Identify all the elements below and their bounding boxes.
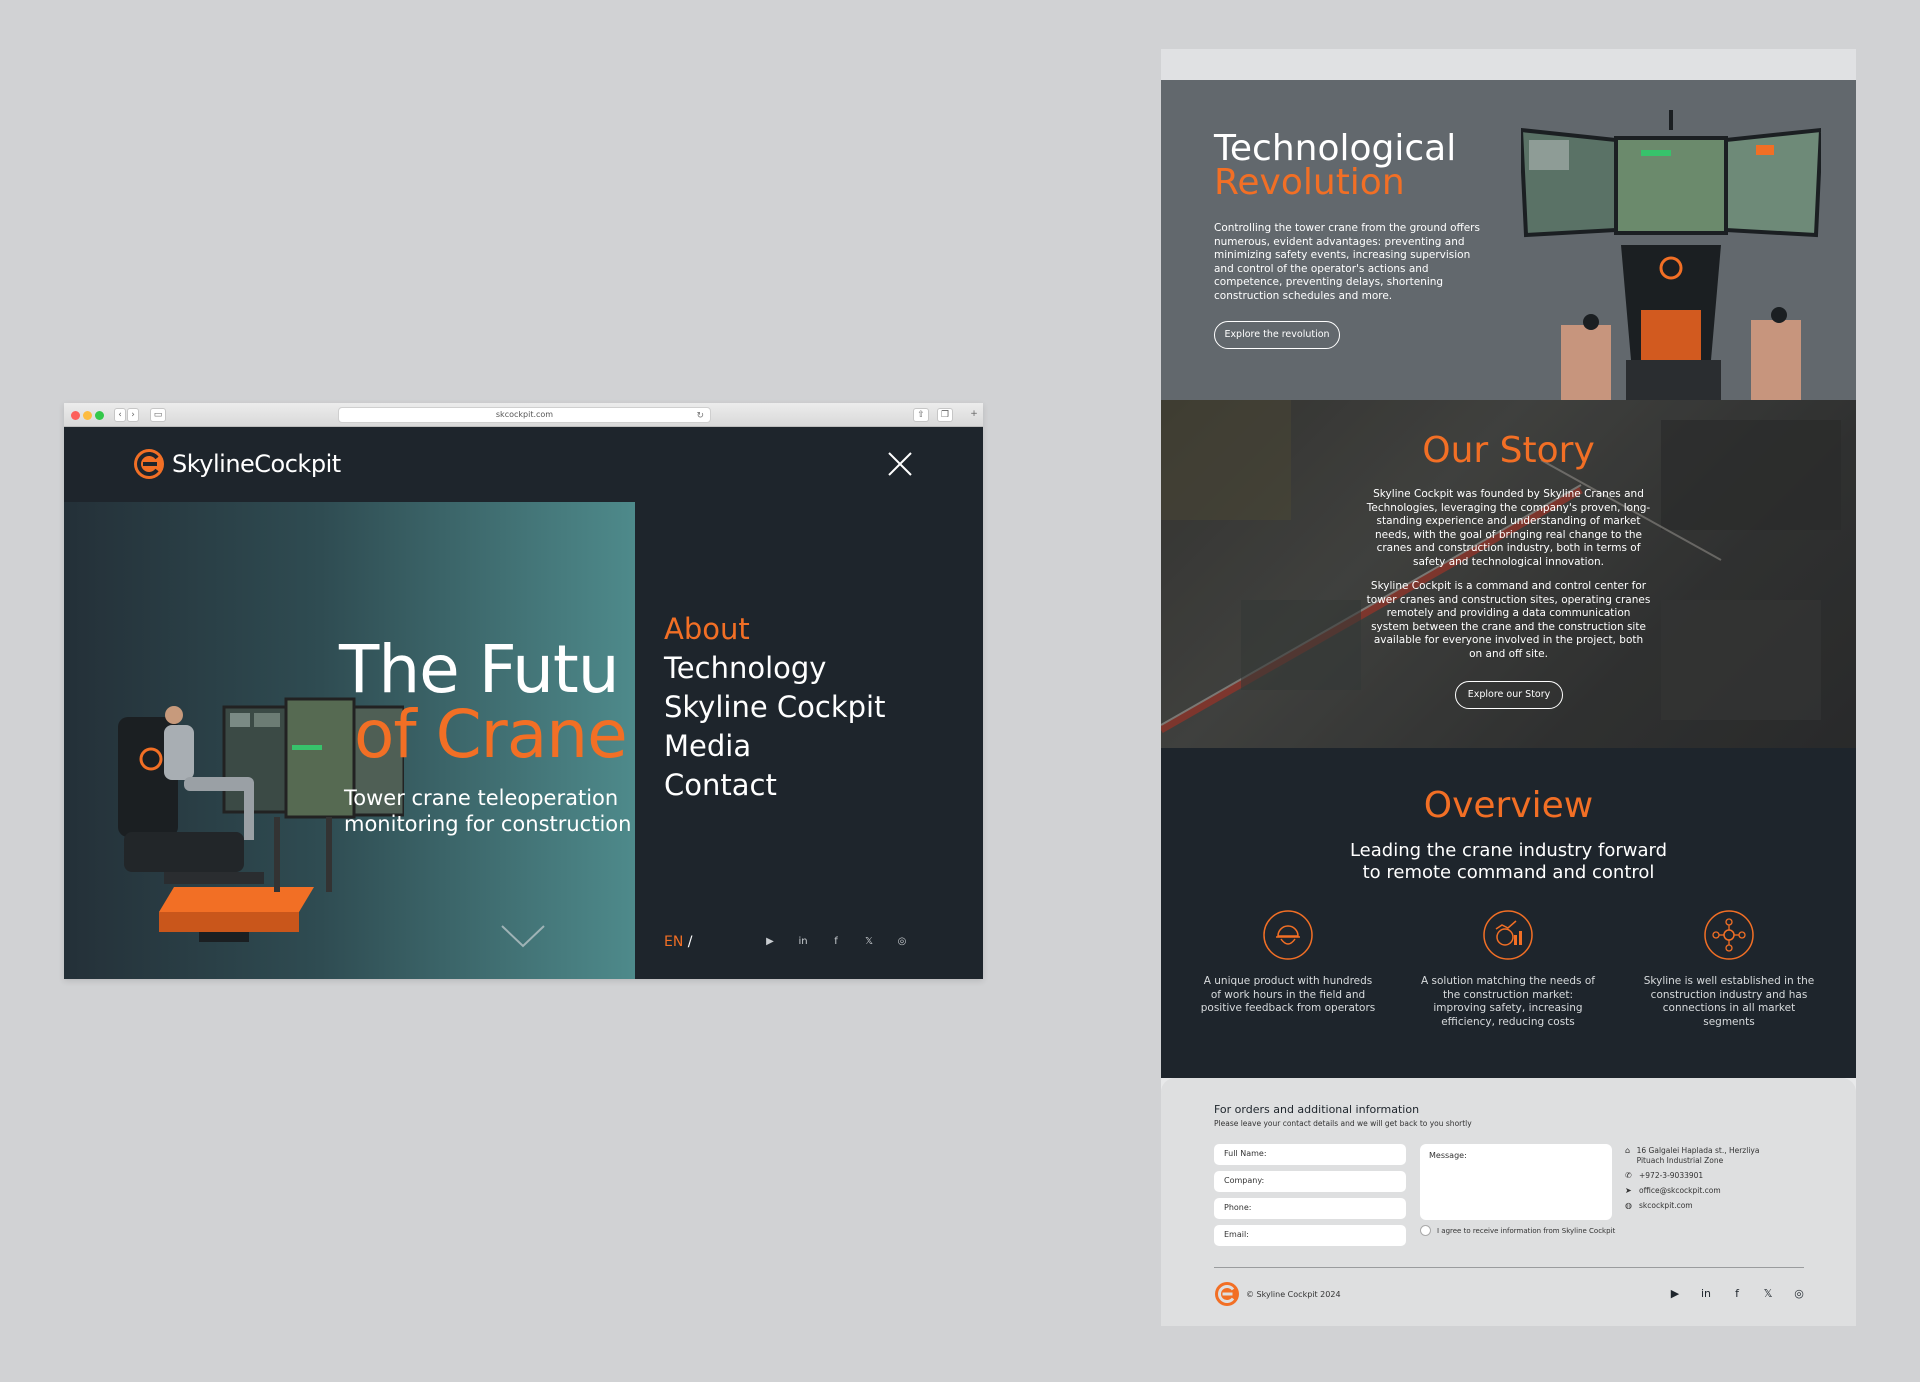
footer-logo-icon[interactable]: [1214, 1281, 1240, 1307]
main-menu: About Technology Skyline Cockpit Media C…: [664, 610, 885, 805]
browser-window: ‹ › ▭ skcockpit.com ↻ ⇧ ❐ + SkylineCockp…: [64, 403, 983, 979]
landing-page-mockup: Technological Revolution Controlling the…: [1161, 49, 1856, 1326]
email-field[interactable]: Email:: [1214, 1225, 1406, 1246]
language-separator: /: [687, 934, 693, 950]
language-switcher[interactable]: EN /: [664, 934, 693, 950]
globe-icon: ◍: [1625, 1201, 1632, 1210]
market-analysis-icon: [1483, 910, 1533, 960]
instagram-icon[interactable]: ◎: [1792, 1287, 1806, 1300]
scroll-down-chevron-icon[interactable]: [499, 922, 547, 950]
phone-icon: ✆: [1625, 1171, 1632, 1180]
agree-label: I agree to receive information from Skyl…: [1437, 1226, 1616, 1235]
reload-icon[interactable]: ↻: [696, 409, 704, 423]
technology-section: Technological Revolution Controlling the…: [1161, 80, 1856, 400]
explore-revolution-button[interactable]: Explore the revolution: [1214, 321, 1340, 349]
overview-subtitle-line1: Leading the crane industry forward: [1349, 840, 1668, 861]
location-icon: ⌂: [1625, 1146, 1631, 1155]
worker-helmet-icon: [1263, 910, 1313, 960]
tech-title-line1: Technological: [1214, 128, 1457, 169]
instagram-icon[interactable]: ◎: [895, 935, 909, 948]
hero-title-line2: of Crane: [354, 696, 628, 773]
social-links: ▶ in f 𝕏 ◎: [763, 935, 909, 948]
contact-phone[interactable]: +972-3-9033901: [1639, 1171, 1703, 1181]
brand-name: SkylineCockpit: [172, 450, 341, 478]
tech-title-line2: Revolution: [1214, 162, 1405, 203]
facebook-icon[interactable]: f: [829, 935, 843, 948]
sidebar-toggle-icon[interactable]: ▭: [150, 408, 166, 422]
youtube-icon[interactable]: ▶: [1668, 1287, 1682, 1300]
close-menu-icon[interactable]: [887, 451, 913, 477]
menu-item-about[interactable]: About: [664, 610, 885, 649]
story-paragraph-1: Skyline Cockpit was founded by Skyline C…: [1366, 488, 1651, 568]
send-icon: ➤: [1625, 1186, 1632, 1195]
browser-toolbar: ‹ › ▭ skcockpit.com ↻ ⇧ ❐ +: [64, 403, 983, 427]
form-subheading: Please leave your contact details and we…: [1214, 1119, 1472, 1128]
story-title: Our Story: [1422, 430, 1595, 471]
facebook-icon[interactable]: f: [1730, 1287, 1744, 1300]
contact-web[interactable]: skcockpit.com: [1639, 1201, 1693, 1211]
footer-social-links: ▶ in f 𝕏 ◎: [1668, 1287, 1806, 1300]
linkedin-icon[interactable]: in: [1699, 1287, 1713, 1300]
x-icon[interactable]: 𝕏: [1761, 1287, 1775, 1300]
maximize-window-button[interactable]: [95, 411, 104, 420]
nav-menu-panel: About Technology Skyline Cockpit Media C…: [635, 502, 983, 979]
story-paragraph-2: Skyline Cockpit is a command and control…: [1366, 580, 1651, 660]
hero-title-line1: The Futu: [339, 631, 620, 708]
menu-item-skyline-cockpit[interactable]: Skyline Cockpit: [664, 688, 885, 727]
phone-field[interactable]: Phone:: [1214, 1198, 1406, 1219]
copyright: © Skyline Cockpit 2024: [1246, 1290, 1341, 1299]
feature-item: A unique product with hundreds of work h…: [1198, 909, 1378, 1016]
address-bar-text: skcockpit.com: [495, 410, 554, 419]
close-window-button[interactable]: [71, 411, 80, 420]
contact-email[interactable]: office@skcockpit.com: [1639, 1186, 1721, 1196]
address-bar[interactable]: skcockpit.com ↻: [338, 407, 711, 423]
contact-details: ⌂ 16 Galgalei Haplada st., Herzliya Pitua…: [1625, 1146, 1785, 1216]
overview-section: Overview Leading the crane industry forw…: [1161, 748, 1856, 1078]
website-viewport: SkylineCockpit The Futu of Crane Tower c…: [64, 427, 983, 979]
hero-subtitle-line1: Tower crane teleoperation: [344, 786, 619, 810]
overview-subtitle-line2: to remote command and control: [1362, 862, 1655, 883]
language-current[interactable]: EN: [664, 934, 683, 950]
x-icon[interactable]: 𝕏: [862, 935, 876, 948]
feature-text: A solution matching the needs of the con…: [1421, 975, 1595, 1028]
hero-subtitle-line2: monitoring for construction: [344, 812, 632, 836]
feature-item: A solution matching the needs of the con…: [1418, 909, 1598, 1029]
network-icon: [1704, 910, 1754, 960]
linkedin-icon[interactable]: in: [796, 935, 810, 948]
forward-button[interactable]: ›: [127, 408, 139, 422]
contact-section: For orders and additional information Pl…: [1161, 1078, 1856, 1326]
tabs-icon[interactable]: ❐: [937, 408, 953, 422]
menu-item-media[interactable]: Media: [664, 727, 885, 766]
full-name-field[interactable]: Full Name:: [1214, 1144, 1406, 1165]
hero-section: The Futu of Crane Tower crane teleoperat…: [64, 502, 635, 979]
youtube-icon[interactable]: ▶: [763, 935, 777, 948]
agree-checkbox[interactable]: [1420, 1225, 1431, 1236]
skyline-logo-icon: [134, 449, 164, 479]
hero-subtitle: Tower crane teleoperation monitoring for…: [344, 785, 631, 837]
overview-subtitle: Leading the crane industry forward to re…: [1161, 840, 1856, 884]
overview-title: Overview: [1423, 785, 1594, 826]
minimize-window-button[interactable]: [83, 411, 92, 420]
contact-address: 16 Galgalei Haplada st., Herzliya Pituac…: [1636, 1146, 1760, 1165]
cockpit-monitors-image: [1521, 110, 1821, 400]
menu-item-contact[interactable]: Contact: [664, 766, 885, 805]
form-heading: For orders and additional information: [1214, 1103, 1420, 1116]
share-icon[interactable]: ⇧: [913, 408, 929, 422]
agree-consent: I agree to receive information from Skyl…: [1420, 1225, 1615, 1236]
company-field[interactable]: Company:: [1214, 1171, 1406, 1192]
tech-description: Controlling the tower crane from the gro…: [1214, 222, 1480, 302]
site-logo[interactable]: SkylineCockpit: [132, 447, 341, 481]
footer-divider: [1214, 1267, 1804, 1268]
page-header-strip: [1161, 49, 1856, 80]
menu-item-technology[interactable]: Technology: [664, 649, 885, 688]
feature-text: Skyline is well established in the const…: [1643, 975, 1815, 1028]
explore-story-button[interactable]: Explore our Story: [1455, 681, 1563, 709]
message-field[interactable]: Message:: [1420, 1144, 1612, 1220]
feature-text: A unique product with hundreds of work h…: [1200, 975, 1376, 1015]
new-tab-button[interactable]: +: [967, 408, 981, 422]
back-button[interactable]: ‹: [114, 408, 126, 422]
our-story-section: Our Story Skyline Cockpit was founded by…: [1161, 400, 1856, 748]
feature-item: Skyline is well established in the const…: [1639, 909, 1819, 1029]
